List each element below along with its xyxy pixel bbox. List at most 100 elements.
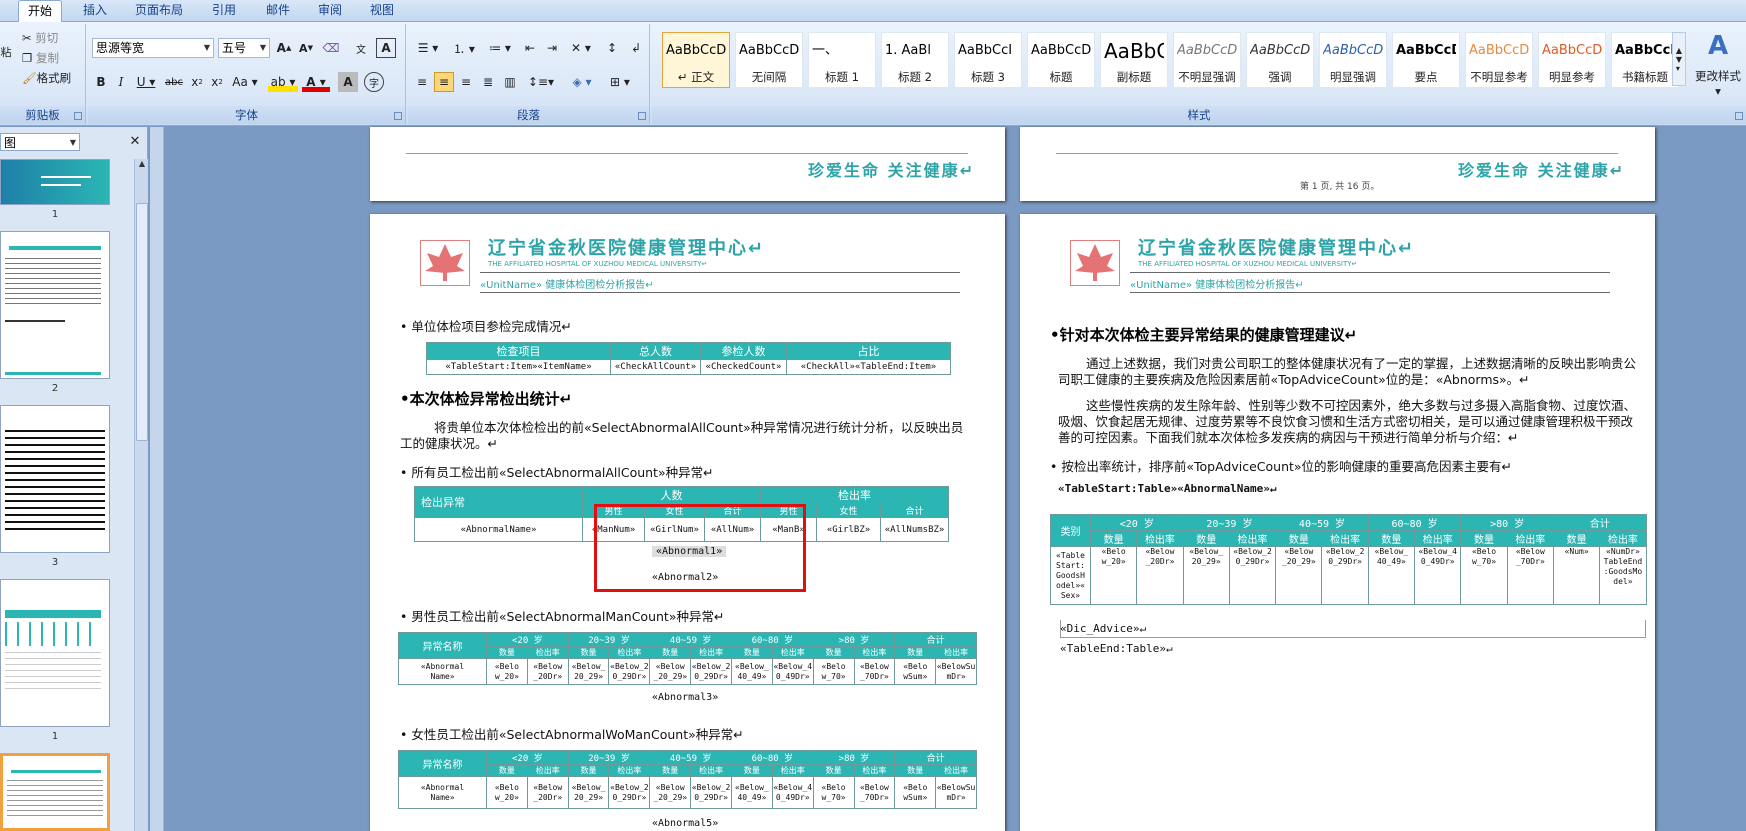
table-cell[interactable]: «NumDr» TableEnd :GoodsMo del»	[1599, 546, 1647, 605]
align-right-icon[interactable]: ≡	[456, 72, 476, 92]
tab-mailings[interactable]: 邮件	[254, 0, 302, 22]
scrollbar-thumb[interactable]	[136, 203, 148, 441]
tab-home[interactable]: 开始	[18, 0, 62, 23]
highlight-icon[interactable]: ab ▾	[268, 72, 298, 92]
char-shading-icon[interactable]: A	[338, 72, 358, 92]
table-cell[interactable]: «Below _70Dr»	[853, 776, 896, 809]
table-cell[interactable]: «Below_4 0_49Dr»	[1414, 546, 1462, 605]
tab-page-layout[interactable]: 页面布局	[128, 0, 190, 22]
table-cell[interactable]: «Belo w_70»	[812, 776, 855, 809]
table-cell[interactable]: «Table Start: GoodsH odel»« Sex»	[1050, 546, 1091, 605]
table-cell[interactable]: «Below_ 20_29»	[1182, 546, 1230, 605]
change-styles-button[interactable]: 更改样式 ▾	[1692, 68, 1744, 98]
thumbnail-page[interactable]	[0, 405, 110, 553]
table-cell[interactable]: «Below _70Dr»	[853, 658, 896, 685]
merge-field[interactable]: «TableEnd:Table»↵	[1060, 642, 1173, 655]
style-4[interactable]: 1. AaBl 标题 2	[881, 32, 949, 88]
shading-icon[interactable]: ◈ ▾	[566, 72, 598, 92]
table-cell[interactable]: «Below_4 0_49Dr»	[771, 776, 814, 809]
borders-icon[interactable]: ⊞ ▾	[604, 72, 636, 92]
strikethrough-icon[interactable]: abc	[162, 72, 186, 92]
thumbnail-scrollbar[interactable]: ▲	[134, 159, 148, 831]
table-cell[interactable]: «Below _20_29»	[1275, 546, 1323, 605]
table-cell[interactable]: «Below_4 0_49Dr»	[771, 658, 814, 685]
scroll-up-icon[interactable]: ▲	[136, 159, 148, 171]
table-cell[interactable]: «Num»	[1552, 546, 1601, 605]
paste-button[interactable]: 粘	[0, 34, 12, 70]
table-cell[interactable]: «Below_2 0_29Dr»	[1321, 546, 1369, 605]
italic-icon[interactable]: I	[112, 72, 130, 92]
gallery-scroll[interactable]: ▲ ▼ ▾	[1672, 32, 1686, 86]
table-cell[interactable]: «Below_ 20_29»	[567, 658, 610, 685]
table-cell[interactable]: «BelowSu mDr»	[935, 776, 977, 809]
table-cell[interactable]: «TableStart:Item»«ItemName»	[426, 359, 611, 375]
table-cell[interactable]: «Below_2 0_29Dr»	[690, 658, 732, 685]
table-cell[interactable]: «Below _20_29»	[649, 776, 692, 809]
enclose-char-icon[interactable]: 字	[364, 72, 384, 92]
numbering-icon[interactable]: ⒈ ▾	[448, 38, 480, 58]
bullets-icon[interactable]: ☰ ▾	[412, 38, 444, 58]
increase-indent-icon[interactable]: ⇥	[542, 38, 562, 58]
phonetic-guide-icon[interactable]: 文	[350, 38, 372, 58]
close-icon[interactable]: ✕	[128, 133, 142, 149]
table-cell[interactable]: «Belo wSum»	[894, 658, 937, 685]
table-cell[interactable]: «Below _20Dr»	[1136, 546, 1184, 605]
body-paragraph[interactable]: 将贵单位本次体检检出的前«SelectAbnormalAllCount»种异常情…	[400, 420, 972, 452]
document-page-right[interactable]: 辽宁省金秋医院健康管理中心↵ THE AFFILIATED HOSPITAL O…	[1020, 214, 1655, 831]
decrease-indent-icon[interactable]: ⇤	[520, 38, 540, 58]
style-7[interactable]: AaBbC 副标题	[1100, 32, 1168, 88]
table-cell[interactable]: «Belo w_20»	[1089, 546, 1138, 605]
underline-icon[interactable]: U ▾	[134, 72, 158, 92]
char-border-icon[interactable]: A	[376, 38, 396, 58]
style-12[interactable]: AaBbCcDı 不明显参考	[1465, 32, 1533, 88]
font-color-icon[interactable]: A ▾	[302, 72, 330, 92]
table-cell[interactable]: «Belo w_70»	[812, 658, 855, 685]
merge-field[interactable]: «TableStart:Table»«AbnormalName»↵	[1058, 482, 1277, 495]
style-14[interactable]: AaBbCcDı 书籍标题	[1611, 32, 1679, 88]
change-styles-icon[interactable]: A	[1692, 28, 1744, 64]
clear-format-icon[interactable]: ⌫	[320, 38, 342, 58]
style-11[interactable]: AaBbCcD 要点	[1392, 32, 1460, 88]
table-cell[interactable]: «Abnormal Name»	[398, 658, 487, 685]
styles-launcher-icon[interactable]	[1735, 112, 1743, 120]
tab-insert[interactable]: 插入	[70, 0, 120, 22]
thumbnail-page[interactable]	[0, 159, 110, 205]
style-6[interactable]: AaBbCcDdI 标题	[1027, 32, 1095, 88]
paragraph-launcher-icon[interactable]	[638, 112, 646, 120]
table-cell[interactable]: «GirlBZ»	[816, 517, 882, 542]
style-13[interactable]: AaBbCcDı 明显参考	[1538, 32, 1606, 88]
table-cell[interactable]: «Below _20Dr»	[526, 658, 569, 685]
align-left-icon[interactable]: ≡	[412, 72, 432, 92]
merge-field[interactable]: «Abnormal3»	[652, 692, 718, 703]
bold-icon[interactable]: B	[92, 72, 110, 92]
multilevel-list-icon[interactable]: ≔ ▾	[484, 38, 516, 58]
style-10[interactable]: AaBbCcD 明显强调	[1319, 32, 1387, 88]
table-cell[interactable]: «BelowSu mDr»	[935, 658, 977, 685]
table-cell[interactable]: «Below_ 40_49»	[731, 776, 773, 809]
table-cell[interactable]: «Below _70Dr»	[1506, 546, 1554, 605]
tab-review[interactable]: 审阅	[306, 0, 354, 22]
line-spacing-icon[interactable]: ↕≡▾	[526, 72, 556, 92]
table-cell[interactable]: «Below_ 40_49»	[1367, 546, 1416, 605]
table-cell[interactable]: «AbnormalName»	[414, 517, 583, 542]
table-cell[interactable]: «Below _20_29»	[649, 658, 692, 685]
table-cell[interactable]: «Below_ 40_49»	[731, 658, 773, 685]
thumbnail-page[interactable]	[0, 579, 110, 727]
show-marks-icon[interactable]: ↲	[626, 38, 646, 58]
table-cell[interactable]: «Abnormal Name»	[398, 776, 487, 809]
superscript-icon[interactable]: x2	[208, 72, 226, 92]
clipboard-launcher-icon[interactable]	[74, 112, 82, 120]
thumbnail-page[interactable]	[0, 231, 110, 379]
table-cell[interactable]: «CheckAllCount»	[610, 359, 701, 375]
font-size-select[interactable]: 五号 ▼	[218, 38, 270, 58]
copy-button[interactable]: ❐ 复制	[22, 50, 59, 66]
distribute-icon[interactable]: ▥	[500, 72, 520, 92]
table-cell[interactable]: «Belo w_20»	[486, 776, 528, 809]
table-cell[interactable]: «AllNumsBZ»	[880, 517, 950, 542]
table-cell[interactable]: «Belo wSum»	[894, 776, 937, 809]
change-case-icon[interactable]: Aa ▾	[230, 72, 260, 92]
tab-view[interactable]: 视图	[358, 0, 406, 22]
style-8[interactable]: AaBbCcD 不明显强调	[1173, 32, 1241, 88]
nav-view-select[interactable]: 图 ▼	[0, 133, 80, 151]
style-3[interactable]: 一、 标题 1	[808, 32, 876, 88]
